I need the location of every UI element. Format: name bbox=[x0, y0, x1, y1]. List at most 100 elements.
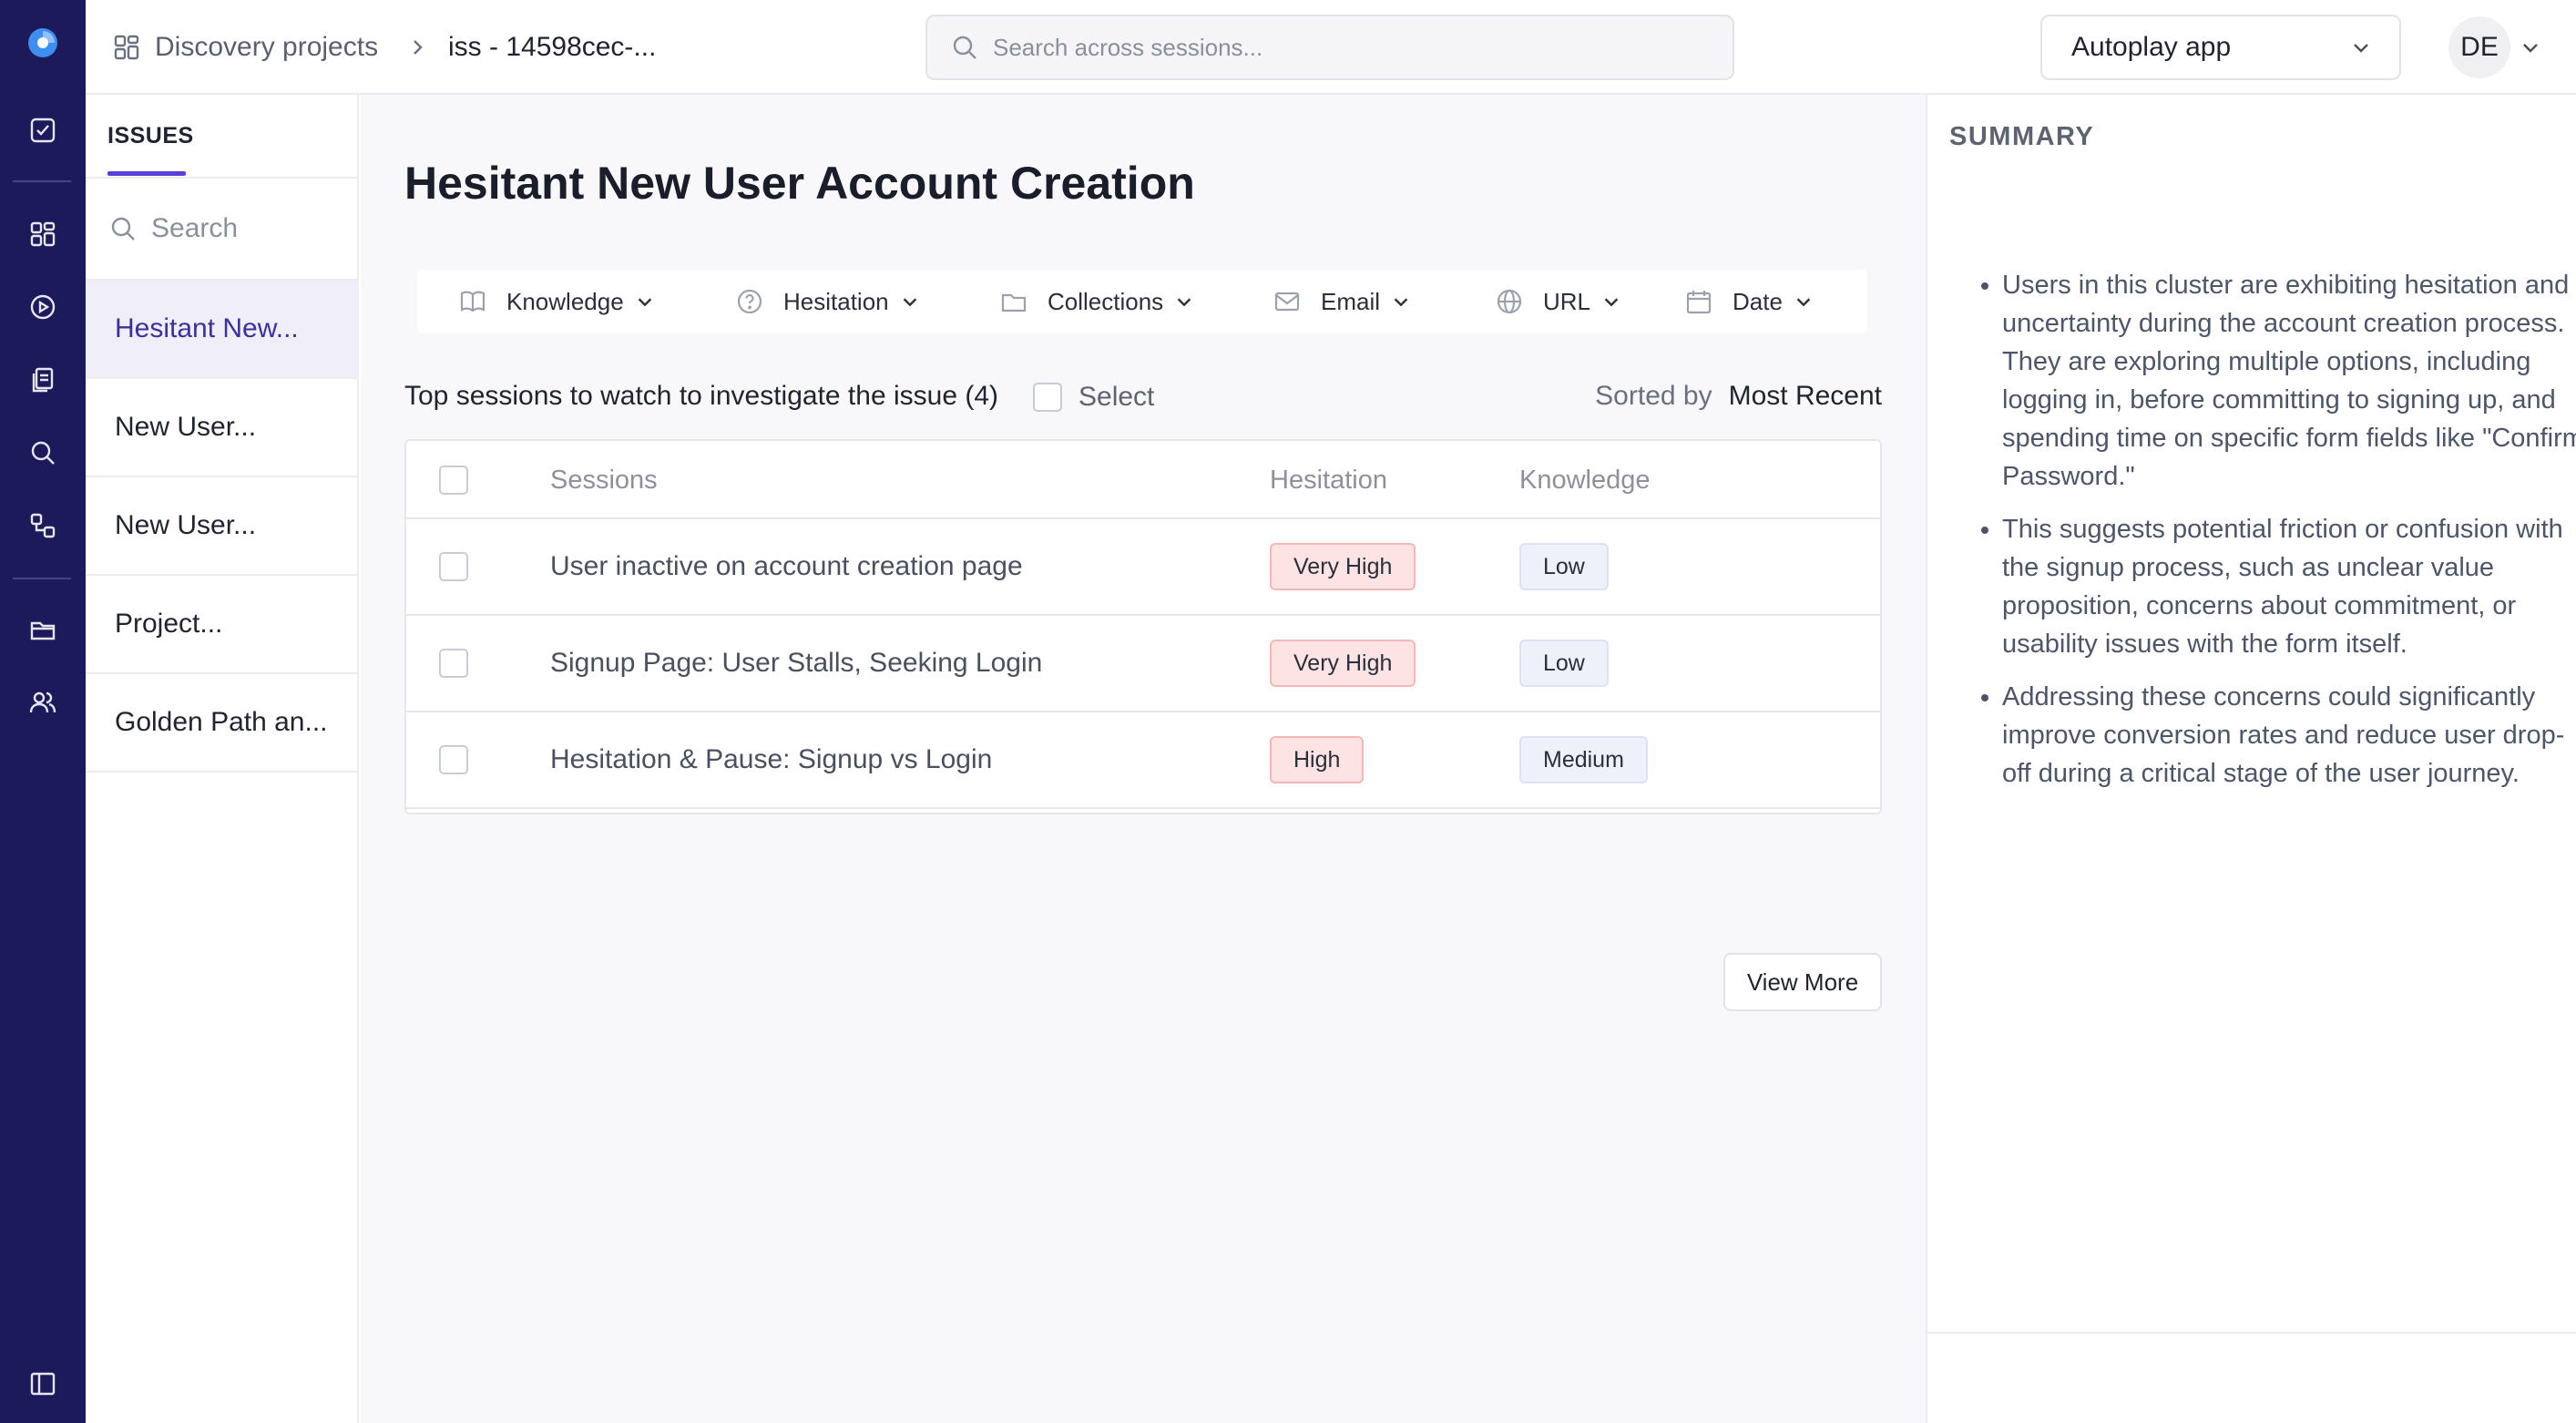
row-checkbox[interactable] bbox=[439, 552, 468, 581]
question-icon bbox=[736, 288, 763, 315]
filter-label: Date bbox=[1733, 287, 1783, 315]
sort-value[interactable]: Most Recent bbox=[1729, 381, 1882, 412]
hesitation-cell: High bbox=[1270, 712, 1365, 807]
column-header-hesitation[interactable]: Hesitation bbox=[1270, 441, 1387, 519]
hesitation-cell: Very High bbox=[1270, 616, 1416, 711]
filter-email[interactable]: Email bbox=[1273, 270, 1411, 333]
session-title[interactable]: Signup Page: User Stalls, Seeking Login bbox=[550, 616, 1042, 711]
hesitation-cell: Very High bbox=[1270, 519, 1416, 614]
summary-bullet: Addressing these concerns could signific… bbox=[2002, 678, 2576, 793]
session-title[interactable]: User inactive on account creation page bbox=[550, 519, 1023, 614]
row-checkbox-cell bbox=[439, 519, 468, 614]
filter-label: Knowledge bbox=[506, 287, 624, 315]
hesitation-cell: Very High bbox=[1270, 809, 1416, 813]
knowledge-cell: Low bbox=[1519, 616, 1609, 711]
top-bar: Discovery projects iss - 14598cec-... Au… bbox=[86, 0, 2576, 95]
summary-divider bbox=[1927, 1332, 2576, 1334]
issue-item[interactable]: Hesitant New... bbox=[86, 281, 359, 379]
table-header: Sessions Hesitation Knowledge bbox=[406, 441, 1880, 519]
row-checkbox-cell bbox=[439, 712, 468, 807]
folder-icon[interactable] bbox=[26, 612, 60, 647]
search-icon bbox=[109, 215, 137, 242]
rail-divider bbox=[13, 578, 71, 579]
calendar-icon bbox=[1685, 288, 1712, 315]
main-content: Hesitant New User Account Creation Knowl… bbox=[361, 95, 1926, 1423]
row-checkbox[interactable] bbox=[439, 745, 468, 774]
app-select[interactable]: Autoplay app bbox=[2040, 15, 2401, 80]
chevron-down-icon bbox=[1391, 292, 1411, 312]
header-checkbox-cell bbox=[439, 441, 468, 519]
dashboard-icon[interactable] bbox=[26, 217, 60, 251]
tab-issues[interactable]: ISSUES bbox=[107, 95, 194, 177]
chevron-down-icon bbox=[1601, 292, 1621, 312]
sidebar-toggle-icon[interactable] bbox=[26, 1367, 60, 1401]
issues-search-input[interactable] bbox=[151, 213, 352, 244]
mail-icon bbox=[1273, 288, 1301, 315]
select-checkbox[interactable] bbox=[1033, 383, 1062, 412]
filter-url[interactable]: URL bbox=[1496, 270, 1621, 333]
column-header-sessions[interactable]: Sessions bbox=[550, 441, 658, 519]
issue-item[interactable]: New User... bbox=[86, 379, 359, 477]
breadcrumb-home-label: Discovery projects bbox=[155, 32, 379, 62]
issues-panel: ISSUES Hesitant New... New User... New U… bbox=[86, 95, 359, 1423]
user-menu[interactable]: DE bbox=[2448, 16, 2541, 78]
hesitation-badge: Very High bbox=[1270, 543, 1416, 590]
session-title[interactable]: Hesitation & Pause: Signup vs Login bbox=[550, 712, 992, 807]
tasks-icon[interactable] bbox=[26, 113, 60, 148]
app-select-value: Autoplay app bbox=[2071, 32, 2232, 62]
filter-date[interactable]: Date bbox=[1685, 270, 1814, 333]
filter-collections[interactable]: Collections bbox=[1000, 270, 1194, 333]
logo-icon[interactable] bbox=[24, 24, 62, 62]
table-row[interactable]: Hesitation & Pause: Signup vs Login High… bbox=[406, 712, 1880, 809]
flow-icon[interactable] bbox=[26, 508, 60, 543]
hesitation-badge: High bbox=[1270, 736, 1365, 783]
search-icon[interactable] bbox=[26, 435, 60, 470]
knowledge-badge: Low bbox=[1519, 640, 1609, 687]
chevron-down-icon bbox=[2520, 36, 2541, 58]
view-more-button[interactable]: View More bbox=[1723, 953, 1882, 1011]
globe-icon bbox=[1496, 288, 1523, 315]
issue-item[interactable]: Golden Path an... bbox=[86, 674, 359, 773]
filter-hesitation[interactable]: Hesitation bbox=[736, 270, 920, 333]
knowledge-cell: Low bbox=[1519, 809, 1609, 813]
session-search-input[interactable] bbox=[993, 33, 1685, 62]
chevron-down-icon bbox=[635, 292, 655, 312]
sessions-heading: Top sessions to watch to investigate the… bbox=[404, 381, 999, 411]
filter-label: Email bbox=[1321, 287, 1381, 315]
chevron-down-icon bbox=[1794, 292, 1814, 312]
chevron-down-icon bbox=[1174, 292, 1194, 312]
knowledge-badge: Medium bbox=[1519, 736, 1648, 783]
session-search[interactable] bbox=[925, 15, 1734, 80]
issue-item[interactable]: New User... bbox=[86, 477, 359, 576]
knowledge-cell: Low bbox=[1519, 519, 1609, 614]
column-header-knowledge[interactable]: Knowledge bbox=[1519, 441, 1651, 519]
documents-icon[interactable] bbox=[26, 363, 60, 397]
folder-icon bbox=[1000, 288, 1027, 315]
book-icon bbox=[459, 288, 486, 315]
filter-knowledge[interactable]: Knowledge bbox=[459, 270, 655, 333]
select-all-checkbox[interactable] bbox=[439, 466, 468, 495]
row-checkbox[interactable] bbox=[439, 649, 468, 678]
grid-icon bbox=[113, 34, 140, 61]
select-toggle[interactable]: Select bbox=[1033, 379, 1154, 415]
sessions-table: Sessions Hesitation Knowledge User inact… bbox=[404, 439, 1882, 814]
play-icon[interactable] bbox=[26, 290, 60, 324]
table-row[interactable]: Signup Page: User Stalls, Seeking Login … bbox=[406, 616, 1880, 712]
session-title[interactable]: User struggles at sign-up completion bbox=[550, 809, 994, 813]
breadcrumb-current: iss - 14598cec-... bbox=[448, 32, 657, 62]
table-row[interactable]: User inactive on account creation page V… bbox=[406, 519, 1880, 616]
issue-item[interactable]: Project... bbox=[86, 576, 359, 674]
chevron-right-icon bbox=[406, 0, 428, 95]
users-icon[interactable] bbox=[26, 685, 60, 720]
knowledge-badge: Low bbox=[1519, 543, 1609, 590]
page-title: Hesitant New User Account Creation bbox=[404, 158, 1195, 209]
rail-divider bbox=[13, 180, 71, 182]
table-row[interactable]: User struggles at sign-up completion Very… bbox=[406, 809, 1880, 813]
knowledge-cell: Medium bbox=[1519, 712, 1648, 807]
filter-label: Collections bbox=[1048, 287, 1164, 315]
issues-search[interactable] bbox=[86, 179, 359, 281]
row-checkbox-cell bbox=[439, 616, 468, 711]
filter-label: Hesitation bbox=[783, 287, 889, 315]
breadcrumb-home[interactable]: Discovery projects bbox=[113, 0, 378, 95]
hesitation-badge: Very High bbox=[1270, 640, 1416, 687]
